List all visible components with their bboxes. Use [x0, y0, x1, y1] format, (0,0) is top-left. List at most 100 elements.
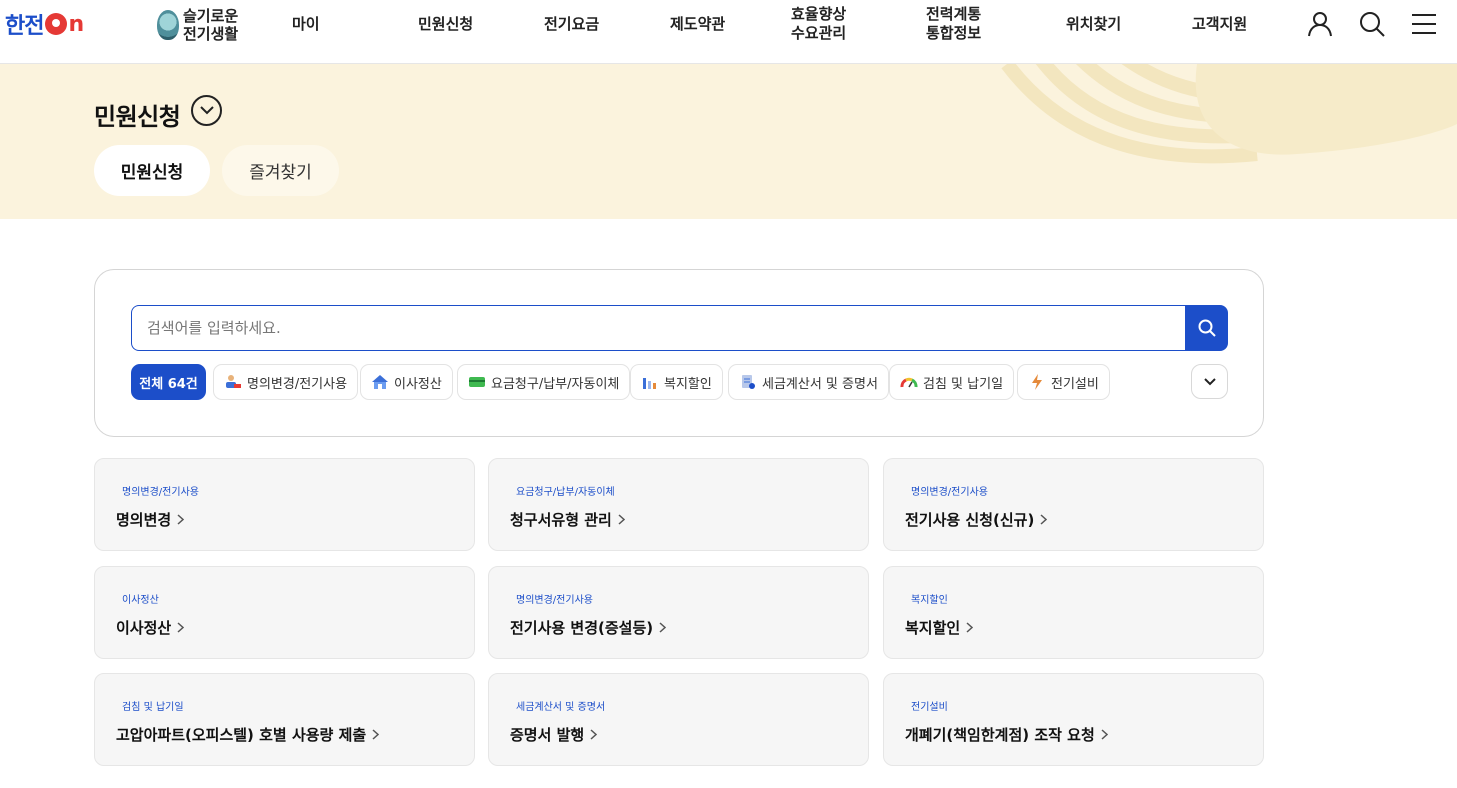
smart-life-line2: 전기생활: [183, 25, 239, 43]
filter-label: 요금청구/납부/자동이체: [491, 376, 620, 392]
card-title-text: 증명서 발행: [510, 726, 585, 744]
card-title: 전기사용 신청(신규): [905, 509, 1048, 530]
nav-customer-support[interactable]: 고객지원: [1192, 0, 1247, 48]
page-banner: [0, 64, 1457, 219]
service-card[interactable]: 전기설비 개폐기(책임한계점) 조작 요청: [883, 673, 1264, 766]
nav-label: 전기요금: [544, 14, 600, 33]
service-card[interactable]: 이사정산 이사정산: [94, 566, 475, 659]
nav-label: 제도약관: [670, 14, 726, 33]
filter-all[interactable]: 전체 64건: [131, 364, 206, 400]
nav-label-line1: 전력계통: [926, 5, 982, 23]
logo-text: 한전: [5, 14, 44, 39]
chevron-right-icon: [1040, 514, 1048, 525]
service-card[interactable]: 명의변경/전기사용 명의변경: [94, 458, 475, 551]
chevron-right-icon: [966, 622, 974, 633]
lightning-icon: [1028, 374, 1046, 390]
filter-welfare-discount[interactable]: 복지할인: [630, 364, 723, 400]
nav-grid-info[interactable]: 전력계통 통합정보: [926, 0, 981, 48]
filter-label: 전기설비: [1051, 376, 1099, 392]
filter-electric-equipment[interactable]: 전기설비: [1017, 364, 1110, 400]
expand-filters-button[interactable]: [1191, 364, 1228, 399]
nav-label-line2: 수요관리: [791, 24, 847, 42]
service-card[interactable]: 명의변경/전기사용 전기사용 신청(신규): [883, 458, 1264, 551]
search-submit-button[interactable]: [1185, 305, 1228, 351]
tab-favorites[interactable]: 즐겨찾기: [222, 145, 339, 196]
filter-label: 세금계산서 및 증명서: [762, 376, 878, 392]
card-icon: [468, 374, 486, 390]
card-title: 고압아파트(오피스텔) 호별 사용량 제출: [116, 724, 380, 745]
nav-civil-request[interactable]: 민원신청: [418, 0, 473, 48]
user-icon[interactable]: [1306, 10, 1334, 38]
service-card[interactable]: 명의변경/전기사용 전기사용 변경(증설등): [488, 566, 869, 659]
house-icon: [371, 374, 389, 390]
nav-find-location[interactable]: 위치찾기: [1066, 0, 1121, 48]
card-title: 청구서유형 관리: [510, 509, 625, 530]
service-card[interactable]: 세금계산서 및 증명서 증명서 발행: [488, 673, 869, 766]
smart-life-link[interactable]: 슬기로운 전기생활: [157, 7, 238, 43]
card-title: 복지할인: [905, 617, 974, 638]
nav-label: 위치찾기: [1066, 14, 1122, 33]
chevron-right-icon: [177, 622, 185, 633]
nav-label: 고객지원: [1192, 14, 1248, 33]
top-header: 한전 n 슬기로운 전기생활 마이 민원신청 전기요금 제도약관 효율향상 수요…: [0, 0, 1457, 64]
card-category: 명의변경/전기사용: [117, 481, 204, 500]
filter-billing-payment[interactable]: 요금청구/납부/자동이체: [457, 364, 631, 400]
nav-label: 민원신청: [418, 14, 474, 33]
chevron-right-icon: [177, 514, 185, 525]
card-category: 요금청구/납부/자동이체: [511, 481, 620, 500]
logo-on-mark: n: [45, 12, 84, 37]
card-title: 명의변경: [116, 509, 185, 530]
card-category: 이사정산: [117, 589, 164, 608]
search-icon: [1198, 319, 1216, 337]
filter-meter-reading[interactable]: 검침 및 납기일: [889, 364, 1015, 400]
smart-life-line1: 슬기로운: [183, 7, 239, 25]
filter-label: 검침 및 납기일: [923, 376, 1004, 392]
chart-icon: [641, 374, 659, 390]
page-title: 민원신청: [94, 103, 181, 131]
card-category: 복지할인: [906, 589, 953, 608]
filter-tax-invoice[interactable]: 세금계산서 및 증명서: [728, 364, 889, 400]
banner-decoration: [1001, 64, 1457, 164]
nav-my[interactable]: 마이: [292, 0, 320, 48]
search-panel: 전체 64건 명의변경/전기사용 이사정산 요금청구/납부/자동이체 복지할인 …: [94, 269, 1264, 437]
logo-n-letter: n: [68, 11, 85, 37]
card-title-text: 개폐기(책임한계점) 조작 요청: [905, 726, 1095, 744]
chevron-right-icon: [1101, 729, 1108, 740]
worker-icon: [224, 374, 242, 390]
service-card[interactable]: 요금청구/납부/자동이체 청구서유형 관리: [488, 458, 869, 551]
nav-label-line2: 통합정보: [926, 24, 982, 42]
filter-moving-settlement[interactable]: 이사정산: [360, 364, 453, 400]
service-card[interactable]: 복지할인 복지할인: [883, 566, 1264, 659]
nav-label-line1: 효율향상: [791, 5, 847, 23]
card-title: 증명서 발행: [510, 724, 598, 745]
chevron-down-icon: [199, 106, 214, 115]
filter-name-change[interactable]: 명의변경/전기사용: [213, 364, 359, 400]
tab-civil-request[interactable]: 민원신청: [94, 145, 210, 196]
menu-icon[interactable]: [1410, 10, 1438, 38]
card-category: 전기설비: [906, 696, 953, 715]
filter-label: 명의변경/전기사용: [247, 376, 348, 392]
nav-electricity-rates[interactable]: 전기요금: [544, 0, 599, 48]
title-dropdown-button[interactable]: [191, 95, 222, 126]
card-category: 명의변경/전기사용: [906, 481, 993, 500]
search-icon[interactable]: [1358, 10, 1386, 38]
card-title-text: 청구서유형 관리: [510, 511, 612, 529]
card-title: 전기사용 변경(증설등): [510, 617, 667, 638]
card-title-text: 전기사용 변경(증설등): [510, 619, 654, 637]
card-title-text: 복지할인: [905, 619, 961, 637]
nav-policy-terms[interactable]: 제도약관: [670, 0, 725, 48]
kepco-on-logo[interactable]: 한전 n: [5, 10, 84, 40]
gauge-icon: [900, 374, 918, 390]
filter-label: 복지할인: [664, 376, 712, 392]
chevron-right-icon: [659, 622, 667, 633]
filter-label: 이사정산: [394, 376, 442, 392]
nav-efficiency-demand[interactable]: 효율향상 수요관리: [791, 0, 846, 48]
service-card[interactable]: 검침 및 납기일 고압아파트(오피스텔) 호별 사용량 제출: [94, 673, 475, 766]
chevron-right-icon: [372, 729, 380, 740]
logo-o-circle: [45, 13, 68, 35]
nav-label: 마이: [292, 14, 320, 33]
card-title: 이사정산: [116, 617, 185, 638]
document-icon: [739, 374, 757, 390]
search-input[interactable]: [131, 305, 1186, 351]
card-category: 명의변경/전기사용: [511, 589, 598, 608]
